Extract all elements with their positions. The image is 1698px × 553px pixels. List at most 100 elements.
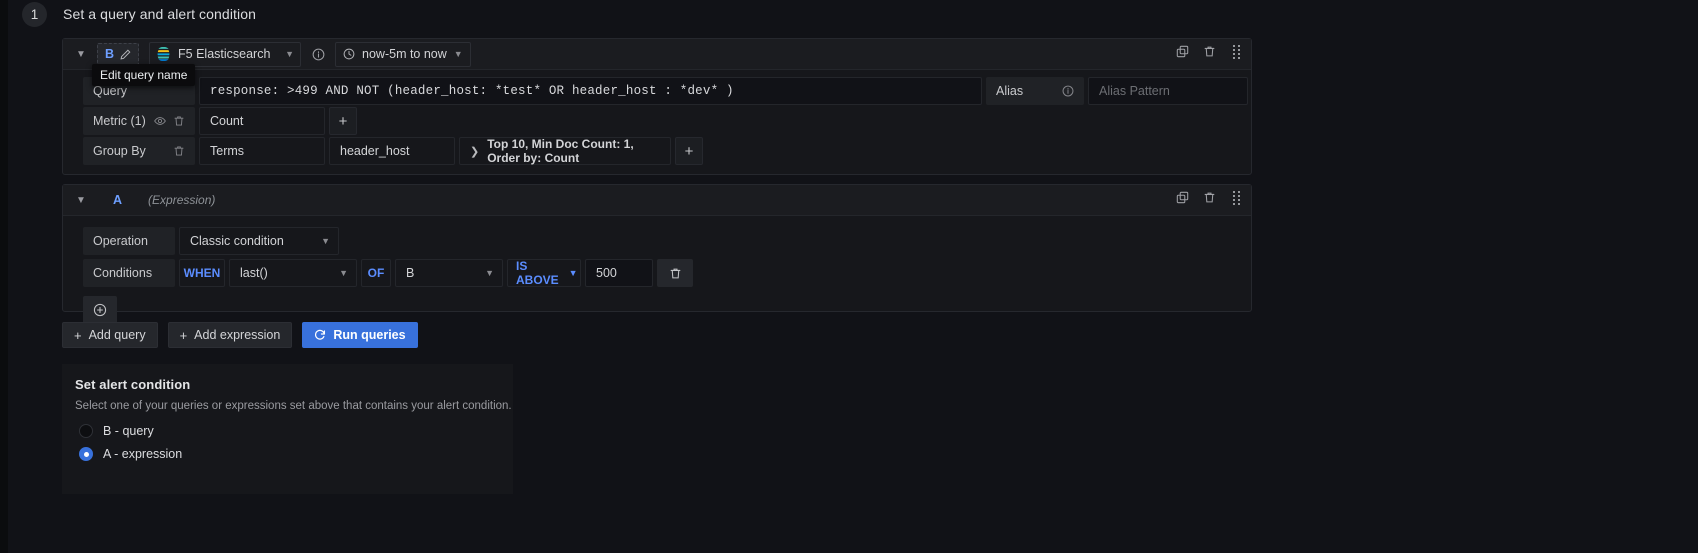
operation-value: Classic condition xyxy=(190,234,284,248)
delete-expression-icon[interactable] xyxy=(1201,189,1218,206)
run-queries-button[interactable]: Run queries xyxy=(302,322,418,348)
expression-a-header: ▼ A (Expression) xyxy=(63,185,1251,216)
groupby-type-value: Terms xyxy=(210,144,245,158)
duplicate-expression-icon[interactable] xyxy=(1174,189,1191,206)
collapse-chevron-icon[interactable]: ▼ xyxy=(71,43,91,65)
groupby-field-select[interactable]: header_host xyxy=(329,137,455,165)
conditions-row: Conditions WHEN last() ▼ OF B ▼ IS ABOVE xyxy=(63,258,1251,288)
query-card-b: ▼ B F5 Elasticsearch ▼ now-5m to now ▼ Q… xyxy=(62,38,1252,175)
clock-icon xyxy=(343,48,355,60)
operation-label: Operation xyxy=(83,227,175,255)
radio-button-selected[interactable] xyxy=(79,447,93,461)
add-expression-label: Add expression xyxy=(194,328,281,342)
query-b-header-actions xyxy=(1174,43,1245,60)
alert-condition-description: Select one of your queries or expression… xyxy=(75,400,512,412)
add-metric-button[interactable]: + xyxy=(329,107,357,135)
add-query-button[interactable]: + Add query xyxy=(62,322,158,348)
chevron-down-icon: ▼ xyxy=(568,268,578,278)
groupby-label: Group By xyxy=(93,144,146,158)
when-keyword-text: WHEN xyxy=(183,266,221,280)
evaluator-select[interactable]: IS ABOVE ▼ xyxy=(507,259,581,287)
expression-a-header-actions xyxy=(1174,189,1245,206)
step-number-badge: 1 xyxy=(22,1,47,27)
alert-condition-option-b[interactable]: B - query xyxy=(62,412,513,438)
plus-icon: + xyxy=(74,327,82,343)
query-b-header: ▼ B F5 Elasticsearch ▼ now-5m to now ▼ xyxy=(63,39,1251,70)
delete-condition-button[interactable] xyxy=(657,259,693,287)
step-header: 1 Set a query and alert condition xyxy=(22,1,257,27)
reducer-select[interactable]: last() ▼ xyxy=(229,259,357,287)
add-groupby-button[interactable]: + xyxy=(675,137,703,165)
chevron-down-icon: ▼ xyxy=(321,236,330,246)
option-label: B - query xyxy=(103,424,154,438)
metric-aggregation-select[interactable]: Count xyxy=(199,107,325,135)
duplicate-query-icon[interactable] xyxy=(1174,43,1191,60)
alias-input[interactable]: Alias Pattern xyxy=(1088,77,1248,105)
groupby-label-wrap: Group By xyxy=(83,137,195,165)
expression-a-refid[interactable]: A xyxy=(113,193,122,207)
chevron-down-icon: ▼ xyxy=(339,268,348,278)
alias-label: Alias xyxy=(996,84,1024,98)
query-input[interactable]: response: >499 AND NOT (header_host: *te… xyxy=(199,77,982,105)
datasource-picker[interactable]: F5 Elasticsearch ▼ xyxy=(149,41,302,67)
chevron-down-icon: ▼ xyxy=(485,268,494,278)
alerting-query-step: 1 Set a query and alert condition ▼ B F5… xyxy=(0,0,1698,553)
add-expression-button[interactable]: + Add expression xyxy=(167,322,293,348)
left-rail xyxy=(0,0,8,553)
elasticsearch-icon xyxy=(157,46,170,62)
chevron-right-icon: ❯ xyxy=(470,145,480,158)
groupby-settings-value: Top 10, Min Doc Count: 1, Order by: Coun… xyxy=(487,137,634,165)
chevron-down-icon: ▼ xyxy=(453,49,463,59)
metric-row: Metric (1) Count + xyxy=(63,106,1251,136)
radio-button[interactable] xyxy=(79,424,93,438)
set-alert-condition-panel: Set alert condition Select one of your q… xyxy=(62,364,513,494)
groupby-settings-toggle[interactable]: ❯ Top 10, Min Doc Count: 1, Order by: Co… xyxy=(459,137,671,165)
page-title: Set a query and alert condition xyxy=(63,6,257,22)
add-condition-button[interactable] xyxy=(83,296,117,324)
query-actions-toolbar: + Add query + Add expression Run queries xyxy=(62,322,418,348)
run-queries-label: Run queries xyxy=(333,328,406,342)
time-range-picker[interactable]: now-5m to now ▼ xyxy=(335,41,471,67)
metric-label: Metric (1) xyxy=(93,114,146,128)
collapse-chevron-icon[interactable]: ▼ xyxy=(71,189,91,211)
reducer-value: last() xyxy=(240,266,268,280)
query-row: Query response: >499 AND NOT (header_hos… xyxy=(63,76,1251,106)
edit-query-name-tooltip: Edit query name xyxy=(92,64,196,86)
option-label: A - expression xyxy=(103,447,183,461)
of-keyword-text: OF xyxy=(367,266,385,280)
query-b-editor-rows: Query response: >499 AND NOT (header_hos… xyxy=(63,70,1251,166)
groupby-field-value: header_host xyxy=(340,144,410,158)
of-keyword: OF xyxy=(361,259,391,287)
evaluator-value: IS ABOVE xyxy=(516,259,559,287)
time-range-value: now-5m to now xyxy=(362,47,447,61)
toggle-visibility-icon[interactable] xyxy=(154,115,166,127)
query-b-refid-editor[interactable]: B xyxy=(97,43,140,65)
delete-metric-icon[interactable] xyxy=(173,115,185,127)
query-ref-value: B xyxy=(406,266,415,280)
chevron-down-icon: ▼ xyxy=(285,49,295,59)
alert-condition-title: Set alert condition xyxy=(75,377,191,392)
datasource-name: F5 Elasticsearch xyxy=(178,47,271,61)
operation-select[interactable]: Classic condition ▼ xyxy=(179,227,339,255)
groupby-type-select[interactable]: Terms xyxy=(199,137,325,165)
delete-groupby-icon[interactable] xyxy=(173,145,185,157)
alert-condition-option-a[interactable]: A - expression xyxy=(62,438,513,461)
info-icon[interactable] xyxy=(307,43,329,65)
add-query-label: Add query xyxy=(88,328,146,342)
query-ref-select[interactable]: B ▼ xyxy=(395,259,503,287)
expression-card-a: ▼ A (Expression) Operation Classic condi… xyxy=(62,184,1252,324)
edit-pencil-icon[interactable] xyxy=(116,45,134,63)
expression-a-body: Operation Classic condition ▼ Conditions… xyxy=(63,216,1251,324)
delete-query-icon[interactable] xyxy=(1201,43,1218,60)
drag-handle-icon[interactable] xyxy=(1228,43,1245,60)
threshold-input[interactable]: 500 xyxy=(585,259,653,287)
alias-placeholder: Alias Pattern xyxy=(1099,84,1170,98)
when-keyword: WHEN xyxy=(179,259,225,287)
conditions-label: Conditions xyxy=(83,259,175,287)
expression-a-kind: (Expression) xyxy=(148,193,216,207)
metric-label-wrap: Metric (1) xyxy=(83,107,195,135)
drag-handle-icon[interactable] xyxy=(1228,189,1245,206)
plus-icon: + xyxy=(179,327,188,343)
operation-row: Operation Classic condition ▼ xyxy=(63,226,1251,256)
info-icon[interactable] xyxy=(1062,85,1074,97)
